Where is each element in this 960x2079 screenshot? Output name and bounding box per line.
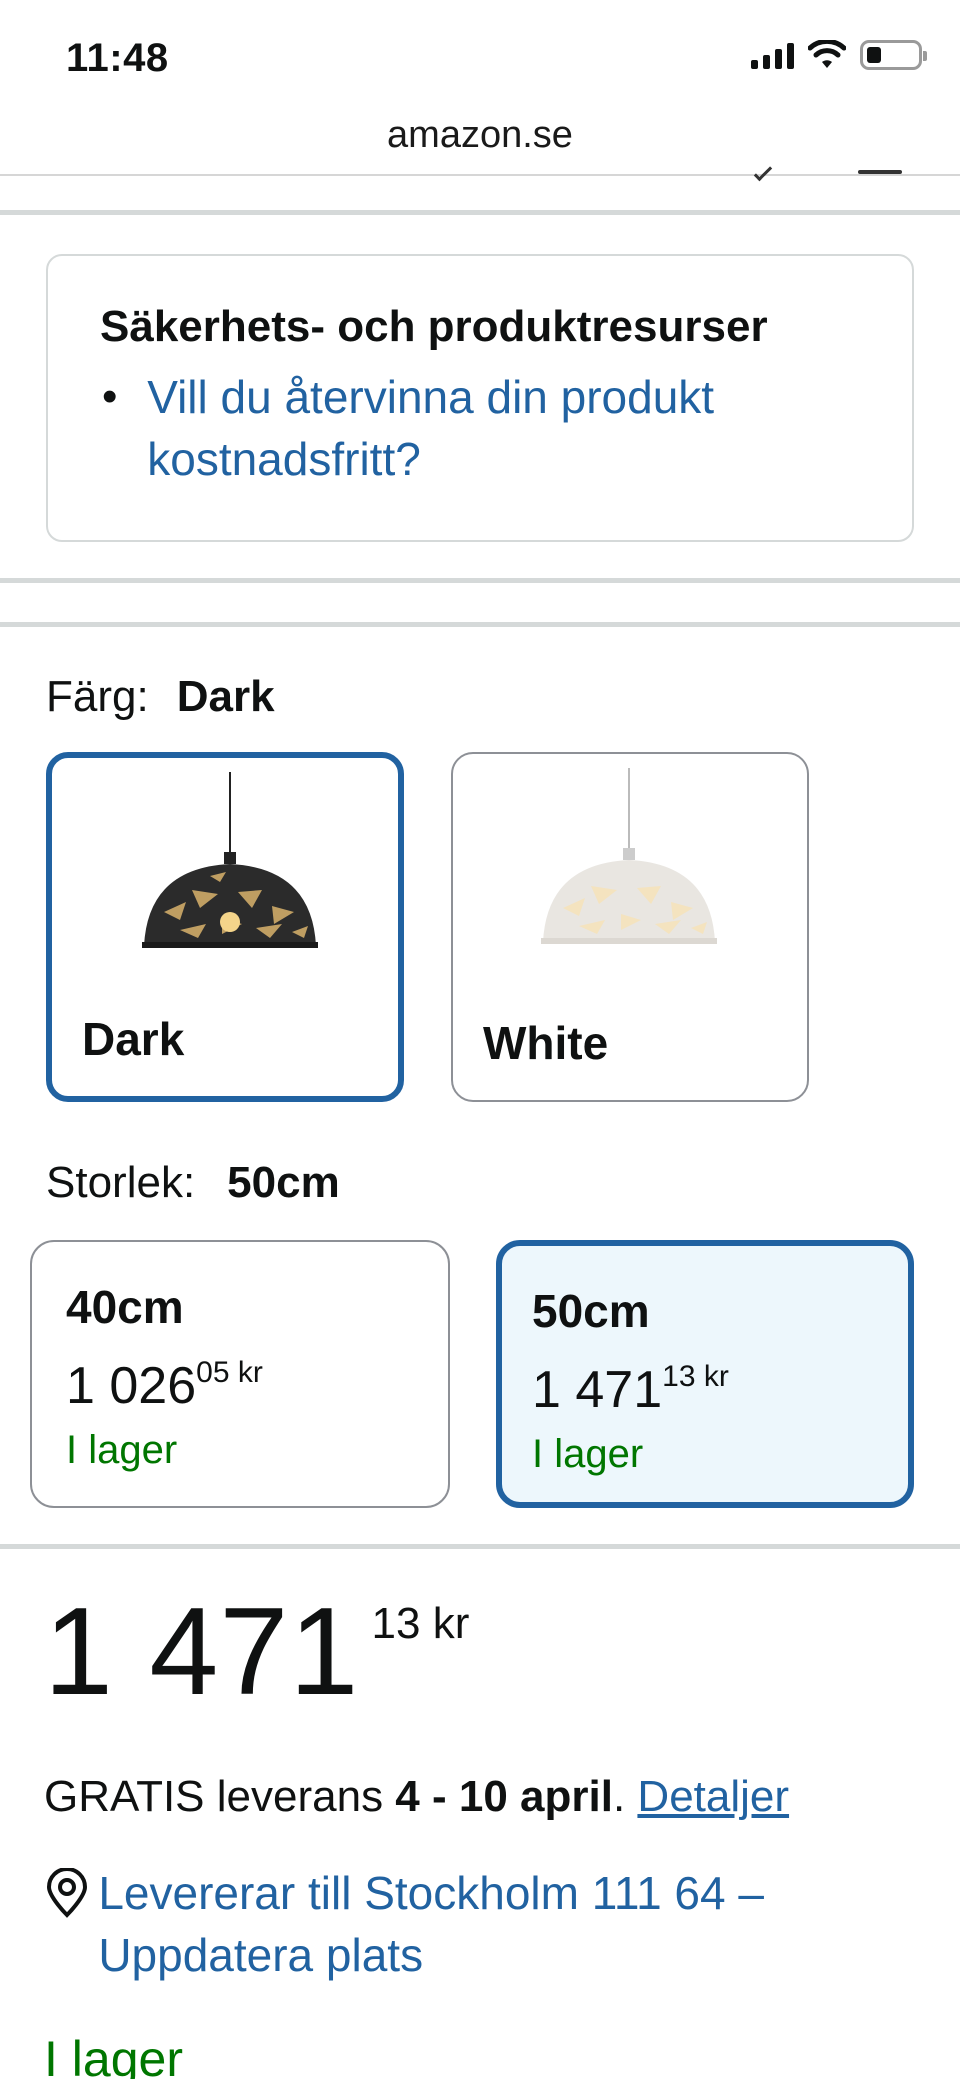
product-price: 1 471 13 kr (44, 1583, 470, 1721)
size-option-price: 1 47113 kr (532, 1360, 729, 1419)
color-swatch-dark-label: Dark (82, 1013, 185, 1065)
size-option-40cm[interactable]: 40cm 1 02605 kr I lager (30, 1240, 450, 1508)
dark-lamp-image (142, 772, 318, 948)
safety-link-item: • Vill du återvinna din produkt kostnads… (100, 366, 862, 490)
address-bar[interactable]: amazon.se (0, 110, 960, 174)
size-label: Storlek: (46, 1158, 196, 1207)
delivery-details-link[interactable]: Detaljer (637, 1772, 789, 1821)
wifi-icon (808, 40, 846, 68)
location-pin-icon (44, 1862, 98, 1986)
size-option-stock: I lager (532, 1432, 644, 1476)
signal-icon (751, 41, 794, 69)
scrolled-content-peek (0, 162, 960, 182)
status-time: 11:48 (66, 36, 169, 80)
delivery-location-link[interactable]: Levererar till Stockholm 111 64 – Uppdat… (98, 1862, 924, 1986)
delivery-dates: 4 - 10 april (395, 1772, 613, 1821)
color-swatch-white[interactable]: White (451, 752, 809, 1102)
size-option-50cm[interactable]: 50cm 1 47113 kr I lager (496, 1240, 914, 1508)
status-icons (751, 40, 927, 70)
availability-status: I lager (44, 2031, 183, 2079)
safety-title: Säkerhets- och produktresurser (100, 302, 768, 351)
size-label-row: Storlek: 50cm (46, 1158, 340, 1208)
recycle-product-link[interactable]: Vill du återvinna din produkt kostnadsfr… (147, 366, 862, 490)
section-divider (0, 210, 960, 215)
section-divider (0, 622, 960, 627)
battery-icon (860, 40, 927, 70)
status-bar: 11:48 (0, 0, 960, 110)
menu-icon (858, 170, 902, 174)
bullet-icon: • (102, 372, 118, 421)
section-divider (0, 1544, 960, 1549)
white-lamp-image (541, 768, 717, 944)
size-selected-value: 50cm (227, 1158, 340, 1207)
color-swatch-dark[interactable]: Dark (46, 752, 404, 1102)
size-option-stock: I lager (66, 1428, 178, 1472)
color-selected-value: Dark (176, 672, 275, 721)
delivery-location[interactable]: Levererar till Stockholm 111 64 – Uppdat… (44, 1862, 924, 1986)
url-text: amazon.se (387, 114, 573, 156)
size-option-name: 50cm (532, 1285, 650, 1337)
color-label: Färg: (46, 672, 149, 721)
size-option-price: 1 02605 kr (66, 1356, 263, 1415)
section-divider (0, 578, 960, 583)
size-option-name: 40cm (66, 1281, 184, 1333)
delivery-info: GRATIS leverans 4 - 10 april. Detaljer (44, 1772, 790, 1821)
color-label-row: Färg: Dark (46, 672, 275, 722)
color-swatch-white-label: White (483, 1017, 609, 1069)
safety-resources-box: Säkerhets- och produktresurser • Vill du… (46, 254, 914, 542)
